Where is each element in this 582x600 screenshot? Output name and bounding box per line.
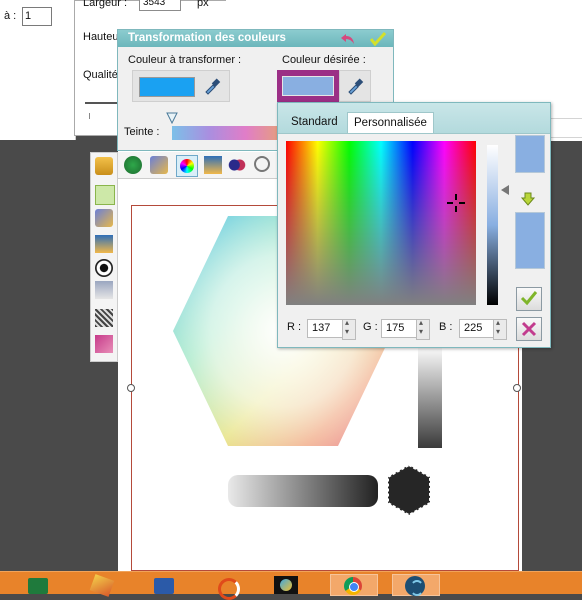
b-label: B : xyxy=(439,321,453,333)
largeur-unit: px xyxy=(197,0,209,9)
target-color-label: Couleur désirée : xyxy=(282,54,366,66)
g-spinner[interactable] xyxy=(416,318,430,340)
gray-gradient-bar xyxy=(418,345,442,448)
vertical-toolbar xyxy=(90,152,118,362)
background-left-panel: à : 1 xyxy=(0,0,76,140)
eyedropper-icon[interactable] xyxy=(346,77,364,95)
black-hexagon xyxy=(387,463,431,517)
r-spinner[interactable] xyxy=(342,318,356,340)
eyedropper-icon[interactable] xyxy=(203,77,221,95)
source-color-box xyxy=(132,70,230,102)
largeur-label: Largeur : xyxy=(83,0,128,9)
left-panel-input[interactable]: 1 xyxy=(22,7,52,26)
hue-slider[interactable] xyxy=(172,126,282,140)
tab-custom[interactable]: Personnalisée xyxy=(347,112,434,133)
overlap-circles-icon[interactable] xyxy=(228,156,246,174)
lock-icon[interactable] xyxy=(95,157,113,175)
color-picker-popup: Standard Personnalisée R : 137 G : 175 B… xyxy=(277,102,551,348)
color-wheel-button[interactable] xyxy=(176,155,198,177)
checkmark-icon[interactable] xyxy=(370,32,386,46)
down-arrow-icon xyxy=(521,192,535,206)
export-icon[interactable] xyxy=(95,335,113,353)
qualite-label: Qualité xyxy=(83,69,118,81)
word-icon[interactable] xyxy=(146,574,182,594)
old-color-preview xyxy=(515,135,545,173)
r-label: R : xyxy=(287,321,302,333)
g-input[interactable]: 175 xyxy=(381,319,421,338)
eye-icon[interactable] xyxy=(95,259,113,277)
left-panel-label: à : xyxy=(4,10,17,22)
source-color-swatch[interactable] xyxy=(139,77,195,97)
b-spinner[interactable] xyxy=(493,318,507,340)
selection-handle[interactable] xyxy=(513,384,521,392)
hue-label: Teinte : xyxy=(124,126,160,138)
add-color-icon[interactable] xyxy=(124,156,142,174)
g-label: G : xyxy=(363,321,378,333)
color-spectrum[interactable] xyxy=(286,141,476,305)
r-input[interactable]: 137 xyxy=(307,319,347,338)
target-color-swatch[interactable] xyxy=(282,76,334,96)
magnifier-icon[interactable] xyxy=(254,156,270,172)
luminance-slider[interactable] xyxy=(487,145,498,305)
image-icon[interactable] xyxy=(204,156,222,174)
spectrum-crosshair[interactable] xyxy=(446,193,466,213)
largeur-input[interactable]: 3543 xyxy=(139,0,181,11)
office-circle-icon[interactable] xyxy=(208,574,244,600)
target-color-frame xyxy=(277,70,339,102)
undo-arrow-icon[interactable] xyxy=(340,32,356,46)
source-color-label: Couleur à transformer : xyxy=(128,54,242,66)
paint-icon[interactable] xyxy=(268,574,304,594)
image-icon[interactable] xyxy=(95,235,113,253)
selection-handle[interactable] xyxy=(127,384,135,392)
move-tool-icon[interactable] xyxy=(95,185,115,205)
horizontal-toolbar xyxy=(118,152,278,179)
tab-standard[interactable]: Standard xyxy=(285,112,344,132)
checkmark-icon xyxy=(520,291,538,306)
new-color-preview xyxy=(515,212,545,269)
crop-icon[interactable] xyxy=(95,309,113,327)
hue-slider-handle[interactable] xyxy=(166,112,178,124)
target-dropper-box xyxy=(339,70,371,102)
excel-icon[interactable] xyxy=(20,574,56,594)
layers-icon[interactable] xyxy=(95,281,113,299)
cancel-button[interactable] xyxy=(516,317,542,341)
color-transform-icon[interactable] xyxy=(95,209,113,227)
dialog-title: Transformation des couleurs xyxy=(128,32,286,44)
color-transform-icon[interactable] xyxy=(150,156,168,174)
luminance-pointer[interactable] xyxy=(501,185,509,195)
ok-button[interactable] xyxy=(516,287,542,311)
taskbar xyxy=(0,571,582,600)
gray-hexagons xyxy=(228,475,378,507)
office-app-icon[interactable] xyxy=(84,574,120,597)
close-x-icon xyxy=(521,321,537,337)
